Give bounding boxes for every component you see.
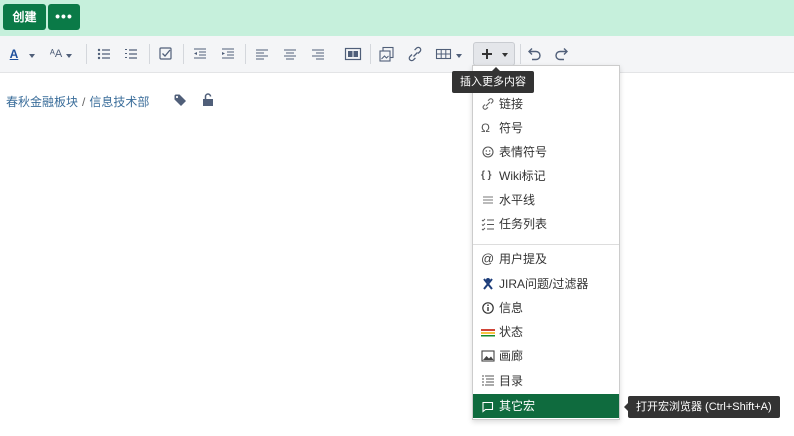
at-icon: @ [481,251,495,266]
gallery-icon [481,350,495,362]
align-right-icon[interactable] [311,43,325,65]
menu-item-link[interactable]: 链接 [473,92,619,116]
menu-item-jira[interactable]: JIRA问题/过滤器 [473,272,619,296]
menu-item-label: Wiki标记 [499,169,546,183]
menu-item-emoji[interactable]: 表情符号 [473,140,619,164]
chevron-down-icon[interactable] [66,54,72,58]
toolbar-divider [520,44,521,64]
braces-icon: { } [481,170,492,181]
menu-item-label: 表情符号 [499,145,548,159]
font-size-button[interactable]: ᴬA [45,43,67,65]
checkbox-icon[interactable] [158,43,174,65]
breadcrumb-item[interactable]: 信息技术部 [89,95,149,109]
insert-more-tooltip: 插入更多内容 [452,67,534,93]
menu-item-user-mention[interactable]: @ 用户提及 [473,247,619,271]
top-header: 创建 ••• [0,0,794,36]
link-icon[interactable] [406,43,424,65]
menu-item-task-list[interactable]: 任务列表 [473,212,619,236]
omega-icon: Ω [481,121,490,135]
unlock-icon[interactable] [201,92,215,110]
indent-icon[interactable] [221,43,237,65]
toolbar-divider [149,44,150,64]
tag-icon[interactable] [173,93,189,110]
menu-item-symbol[interactable]: Ω 符号 [473,116,619,140]
macro-browser-tooltip: 打开宏浏览器 (Ctrl+Shift+A) [624,396,780,418]
menu-item-gallery[interactable]: 画廊 [473,344,619,368]
toolbar-divider [86,44,87,64]
align-center-icon[interactable] [283,43,297,65]
macro-icon [482,401,494,413]
text-color-button[interactable]: A [6,43,22,65]
toolbar-divider [245,44,246,64]
hr-icon [483,196,493,204]
insert-file-icon[interactable] [378,43,396,65]
create-button[interactable]: 创建 [3,4,46,30]
tasklist-icon [481,218,494,231]
menu-item-label: 水平线 [499,193,536,207]
more-button[interactable]: ••• [48,4,80,30]
chevron-down-icon[interactable] [29,54,35,58]
breadcrumb-separator: / [82,94,86,109]
outdent-icon[interactable] [193,43,209,65]
toolbar-divider [183,44,184,64]
jira-icon [483,278,493,290]
menu-item-label: 画廊 [499,349,524,363]
menu-item-status[interactable]: 状态 [473,320,619,344]
menu-item-label: 任务列表 [499,217,548,231]
page-layout-icon[interactable] [344,43,362,65]
menu-item-label: 其它宏 [499,399,536,413]
numbered-list-icon[interactable] [124,43,140,65]
menu-item-label: JIRA问题/过滤器 [499,277,589,291]
menu-item-label: 状态 [499,325,524,339]
menu-item-label: 符号 [499,121,524,135]
menu-item-label: 目录 [499,374,524,388]
align-left-icon[interactable] [255,43,269,65]
status-icon [481,329,495,337]
font-size-label: ᴬA [49,48,63,60]
menu-item-info[interactable]: 信息 [473,296,619,320]
menu-item-horizontal-rule[interactable]: 水平线 [473,188,619,212]
menu-divider [473,244,619,245]
menu-item-label: 信息 [499,301,524,315]
editor-toolbar: A ᴬA [0,36,794,73]
text-color-label: A [9,47,19,61]
table-icon[interactable] [435,43,453,65]
insert-more-menu: 图片 链接 Ω 符号 表情符号 { } Wiki标记 水平线 任务列表 @ 用户… [472,65,620,420]
link-icon [482,98,494,110]
menu-item-label: 链接 [499,97,524,111]
breadcrumb-item[interactable]: 春秋金融板块 [6,95,78,109]
menu-item-toc[interactable]: 目录 [473,369,619,393]
info-icon [482,302,494,314]
chevron-down-icon[interactable] [456,54,462,58]
breadcrumb: 春秋金融板块 / 信息技术部 [6,93,149,110]
undo-icon[interactable] [525,43,543,65]
toc-icon [482,375,494,386]
insert-more-button[interactable] [473,42,515,66]
menu-item-other-macros[interactable]: 其它宏 [473,394,619,418]
menu-item-wiki-markup[interactable]: { } Wiki标记 [473,164,619,188]
chevron-down-icon [502,53,508,57]
menu-item-label: 用户提及 [499,252,548,266]
toolbar-divider [370,44,371,64]
emoji-icon [482,146,494,158]
redo-icon[interactable] [553,43,571,65]
bullet-list-icon[interactable] [97,43,113,65]
